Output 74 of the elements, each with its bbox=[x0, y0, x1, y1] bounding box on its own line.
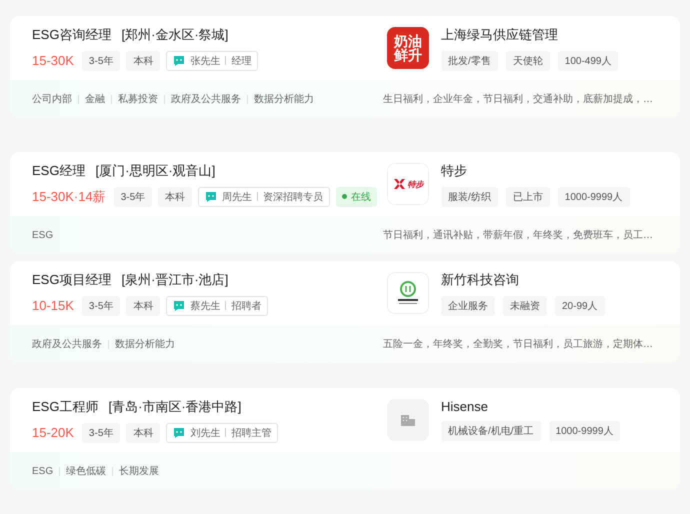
online-badge: 在线 bbox=[336, 186, 378, 206]
skill-tag: 数据分析能力 bbox=[115, 337, 175, 351]
job-title[interactable]: ESG项目经理 bbox=[32, 270, 112, 288]
recruiter-role: 招聘主管 bbox=[231, 426, 272, 440]
recruiter-chip[interactable]: 周先生 资深招聘专员 bbox=[198, 186, 330, 206]
company-name[interactable]: 特步 bbox=[441, 162, 630, 180]
recruiter-chip[interactable]: 张先生 经理 bbox=[166, 50, 258, 70]
salary: 10-15K bbox=[32, 298, 74, 313]
company-tag: 机械设备/机电/重工 bbox=[441, 421, 541, 441]
chat-icon bbox=[173, 426, 186, 438]
company-logo[interactable]: 特步 bbox=[387, 163, 429, 205]
company-logo[interactable] bbox=[387, 272, 429, 314]
salary: 15-30K·14薪 bbox=[32, 188, 106, 206]
recruiter-name: 刘先生 bbox=[190, 426, 220, 440]
salary: 15-20K bbox=[32, 425, 74, 440]
job-location: [厦门·思明区·观音山] bbox=[95, 162, 216, 180]
company-tag: 未融资 bbox=[503, 296, 547, 316]
company-tag: 服装/纺织 bbox=[441, 186, 498, 206]
job-tag: 本科 bbox=[126, 50, 160, 70]
recruiter-name: 蔡先生 bbox=[190, 300, 220, 312]
recruiter-chip[interactable]: 蔡先生 招聘者 bbox=[166, 296, 268, 316]
skill-tag: 数据分析能力 bbox=[254, 92, 314, 106]
company-tag: 已上市 bbox=[506, 186, 550, 206]
job-card[interactable]: ESG咨询经理 [郑州·金水区·祭城] 15-30K 3-5年 本科 张先生 经理 奶油鲜升 上海绿马供应链管理 批发/零售 天使轮 100-499人 公司内部 金融 私募投资 政府及公共服务 数据分析能力 生日福利，企业年金，节日福利，交通补助，底薪加提成，… bbox=[10, 16, 680, 118]
company-tag: 批发/零售 bbox=[441, 50, 498, 70]
job-tag: 本科 bbox=[126, 422, 160, 442]
job-card[interactable]: ESG经理 [厦门·思明区·观音山] 15-30K·14薪 3-5年 本科 周先生 资深招聘专员 在线 特步 特步 服装/纺织 已上市 1000-9999人 ESG 节日福利，通讯补贴，带薪年假，年终奖，免费班车，员工… bbox=[10, 152, 680, 254]
job-tag: 3-5年 bbox=[82, 296, 120, 316]
company-name[interactable]: 上海绿马供应链管理 bbox=[441, 26, 618, 44]
skill-tag: 长期发展 bbox=[119, 464, 160, 478]
benefits-text: 五险一金，年终奖，全勤奖，节日福利，员工旅游，定期体… bbox=[383, 338, 654, 351]
building-icon bbox=[401, 414, 415, 426]
skill-tag: 绿色低碳 bbox=[66, 464, 106, 478]
chat-icon bbox=[173, 54, 186, 66]
job-location: [青岛·市南区·香港中路] bbox=[108, 398, 242, 416]
job-tag: 3-5年 bbox=[82, 422, 120, 442]
benefits-text: 生日福利，企业年金，节日福利，交通补助，底薪加提成，… bbox=[383, 92, 654, 106]
job-location: [郑州·金水区·祭城] bbox=[121, 26, 228, 44]
chat-icon bbox=[173, 300, 186, 312]
salary: 15-30K bbox=[32, 53, 74, 68]
recruiter-name: 周先生 bbox=[222, 190, 252, 204]
skill-tag: 公司内部 bbox=[32, 92, 72, 106]
job-location: [泉州·晋江市·池店] bbox=[121, 270, 228, 288]
skill-tag: ESG bbox=[32, 230, 54, 240]
company-tag: 20-99人 bbox=[555, 296, 605, 316]
skill-tag: 政府及公共服务 bbox=[32, 337, 102, 351]
skill-tag: ESG bbox=[32, 466, 54, 476]
job-tag: 3-5年 bbox=[82, 50, 120, 70]
job-tag: 本科 bbox=[126, 296, 160, 316]
company-tag: 100-499人 bbox=[558, 50, 618, 70]
job-title[interactable]: ESG工程师 bbox=[32, 398, 98, 416]
chat-icon bbox=[205, 190, 218, 202]
company-logo[interactable]: 奶油鲜升 bbox=[387, 27, 429, 69]
job-title[interactable]: ESG咨询经理 bbox=[32, 26, 112, 44]
company-tag: 天使轮 bbox=[506, 50, 550, 70]
job-tag: 本科 bbox=[158, 186, 192, 206]
recruiter-role: 经理 bbox=[231, 54, 252, 68]
job-tag: 3-5年 bbox=[114, 186, 152, 206]
company-tag: 1000-9999人 bbox=[558, 186, 630, 206]
job-card[interactable]: ESG项目经理 [泉州·晋江市·池店] 10-15K 3-5年 本科 蔡先生 招聘者 新竹科技咨询 企业服务 未融资 20-99人 政府及公共服务 数据分析能力 五险一金，年终奖，全勤奖，节日福利，员工旅游，定期体… bbox=[10, 261, 680, 363]
job-card[interactable]: ESG工程师 [青岛·市南区·香港中路] 15-20K 3-5年 本科 刘先生 招聘主管 Hisense 机械设备/机电/重工 1000-9999人 ESG 绿色低碳 长期发展 bbox=[10, 388, 680, 490]
recruiter-name: 张先生 bbox=[190, 54, 220, 68]
skill-tag: 私募投资 bbox=[118, 92, 158, 106]
company-tag: 1000-9999人 bbox=[548, 421, 620, 441]
recruiter-role: 招聘者 bbox=[231, 300, 262, 312]
skill-tag: 金融 bbox=[85, 92, 105, 106]
benefits-text: 节日福利，通讯补贴，带薪年假，年终奖，免费班车，员工… bbox=[383, 228, 654, 242]
company-name[interactable]: 新竹科技咨询 bbox=[441, 270, 605, 288]
company-name[interactable]: Hisense bbox=[441, 399, 620, 414]
skill-tag: 政府及公共服务 bbox=[171, 92, 241, 106]
recruiter-chip[interactable]: 刘先生 招聘主管 bbox=[166, 422, 278, 442]
company-tag: 企业服务 bbox=[441, 296, 495, 316]
job-title[interactable]: ESG经理 bbox=[32, 162, 86, 180]
recruiter-role: 资深招聘专员 bbox=[263, 190, 324, 204]
